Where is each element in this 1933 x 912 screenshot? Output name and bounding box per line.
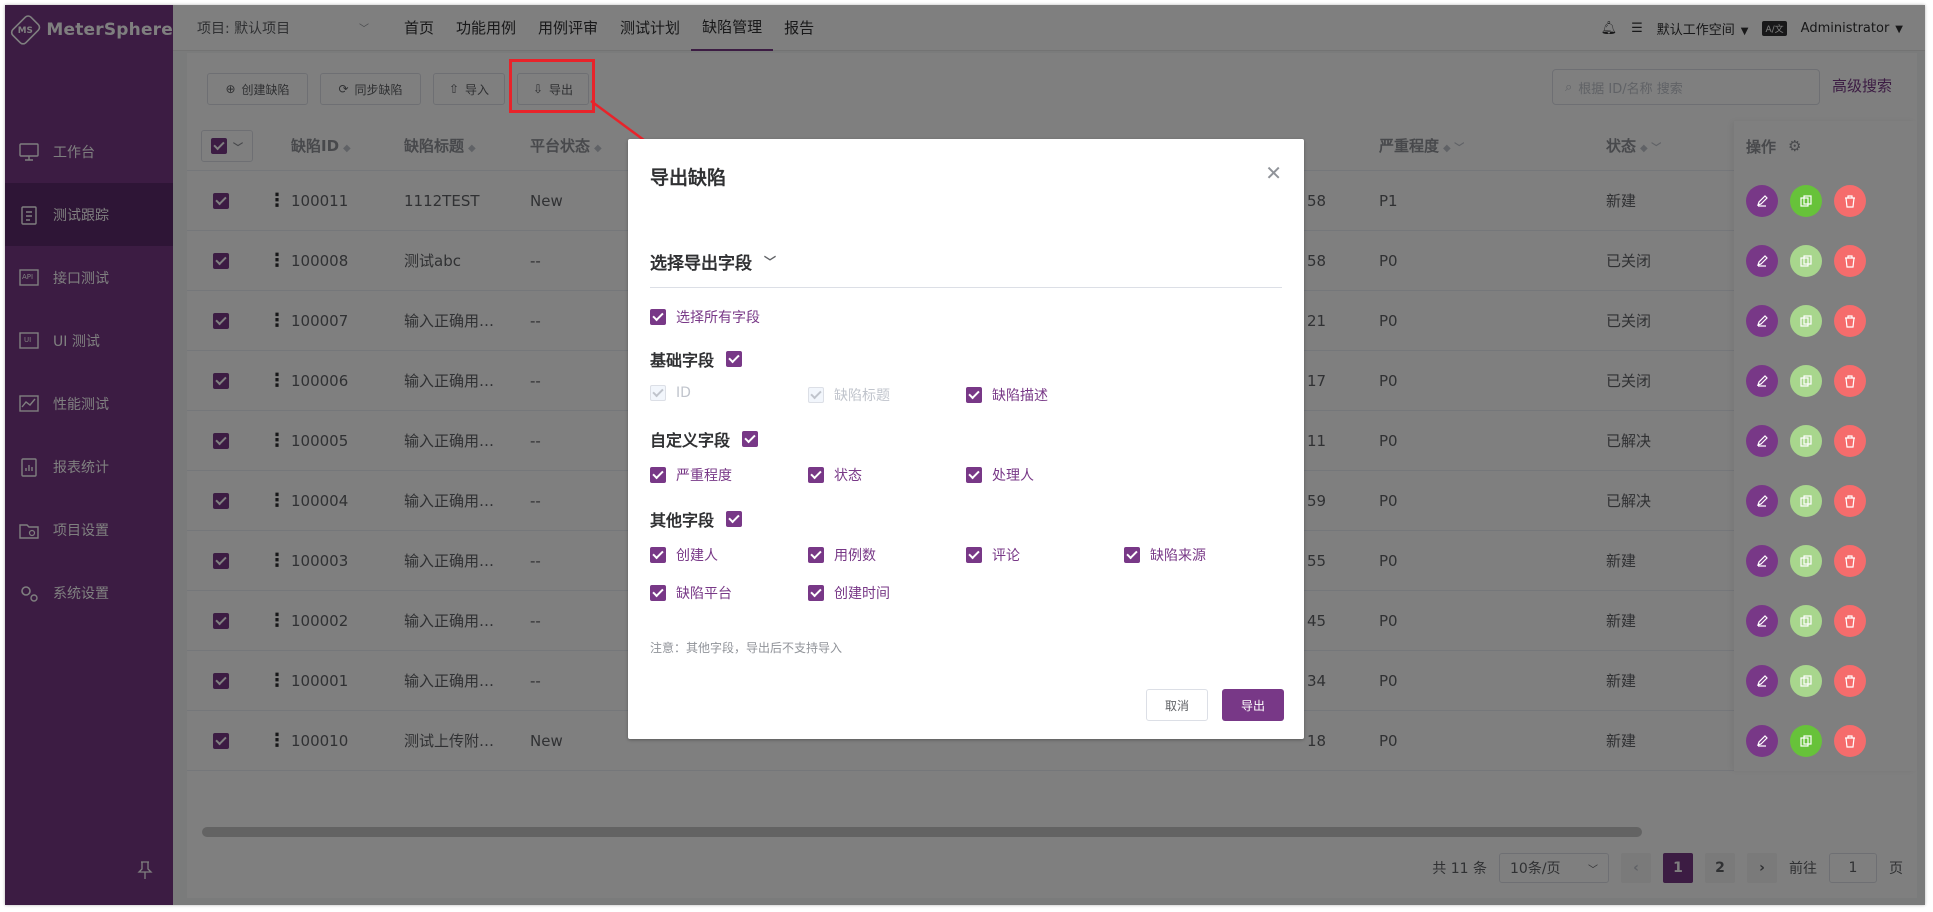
- field-checkbox[interactable]: 评论: [966, 545, 1020, 565]
- field-group-header[interactable]: 基础字段: [650, 347, 743, 371]
- delete-icon[interactable]: [1834, 664, 1866, 697]
- checkbox[interactable]: [808, 585, 824, 601]
- edit-icon[interactable]: [1746, 424, 1778, 457]
- select-all-fields-checkbox[interactable]: 选择所有字段: [650, 307, 760, 327]
- row-actions: [1746, 244, 1866, 277]
- dialog-title: 导出缺陷: [650, 167, 727, 189]
- delete-icon[interactable]: [1834, 424, 1866, 457]
- edit-icon[interactable]: [1746, 724, 1778, 757]
- copy-icon[interactable]: [1790, 484, 1822, 517]
- field-checkbox[interactable]: 创建时间: [808, 583, 890, 603]
- group-checkbox[interactable]: [726, 351, 743, 367]
- checkbox[interactable]: [966, 467, 982, 483]
- field-section-toggle[interactable]: 选择导出字段 ﹀: [650, 249, 776, 274]
- checkbox[interactable]: [1124, 547, 1140, 563]
- delete-icon[interactable]: [1834, 484, 1866, 517]
- row-actions: [1746, 724, 1866, 757]
- field-checkbox[interactable]: 状态: [808, 465, 862, 485]
- checkbox[interactable]: [808, 547, 824, 563]
- field-checkbox[interactable]: 缺陷来源: [1124, 545, 1206, 565]
- copy-icon[interactable]: [1790, 244, 1822, 277]
- edit-icon[interactable]: [1746, 244, 1778, 277]
- cancel-button[interactable]: 取消: [1146, 689, 1208, 721]
- delete-icon[interactable]: [1834, 724, 1866, 757]
- dialog-note: 注意：其他字段，导出后不支持导入: [650, 641, 843, 655]
- delete-icon[interactable]: [1834, 184, 1866, 217]
- copy-icon[interactable]: [1790, 424, 1822, 457]
- field-group-header[interactable]: 自定义字段: [650, 427, 759, 451]
- field-group-header[interactable]: 其他字段: [650, 507, 743, 531]
- copy-icon[interactable]: [1790, 184, 1822, 217]
- checkbox: [650, 385, 666, 401]
- row-actions: [1746, 604, 1866, 637]
- copy-icon[interactable]: [1790, 304, 1822, 337]
- edit-icon[interactable]: [1746, 364, 1778, 397]
- field-checkbox[interactable]: 缺陷平台: [650, 583, 732, 603]
- checkbox[interactable]: [966, 547, 982, 563]
- group-checkbox[interactable]: [726, 511, 743, 527]
- copy-icon[interactable]: [1790, 664, 1822, 697]
- copy-icon[interactable]: [1790, 544, 1822, 577]
- checkbox[interactable]: [966, 387, 982, 403]
- checkbox[interactable]: [650, 309, 666, 325]
- row-actions: [1746, 424, 1866, 457]
- field-checkbox[interactable]: 严重程度: [650, 465, 732, 485]
- divider: [650, 287, 1282, 288]
- close-icon[interactable]: ✕: [1265, 161, 1282, 185]
- group-checkbox[interactable]: [742, 431, 759, 447]
- delete-icon[interactable]: [1834, 364, 1866, 397]
- row-actions: [1746, 544, 1866, 577]
- edit-icon[interactable]: [1746, 544, 1778, 577]
- field-checkbox: ID: [650, 385, 691, 401]
- copy-icon[interactable]: [1790, 364, 1822, 397]
- app-window: MS MeterSphere 工作台测试跟踪API接口测试UIUI 测试性能测试…: [5, 5, 1925, 905]
- field-checkbox[interactable]: 用例数: [808, 545, 876, 565]
- copy-icon[interactable]: [1790, 724, 1822, 757]
- edit-icon[interactable]: [1746, 484, 1778, 517]
- delete-icon[interactable]: [1834, 544, 1866, 577]
- copy-icon[interactable]: [1790, 604, 1822, 637]
- checkbox[interactable]: [650, 585, 666, 601]
- checkbox[interactable]: [650, 467, 666, 483]
- row-actions: [1746, 184, 1866, 217]
- checkbox: [808, 387, 824, 403]
- delete-icon[interactable]: [1834, 304, 1866, 337]
- confirm-export-button[interactable]: 导出: [1222, 689, 1284, 721]
- edit-icon[interactable]: [1746, 664, 1778, 697]
- edit-icon[interactable]: [1746, 604, 1778, 637]
- delete-icon[interactable]: [1834, 604, 1866, 637]
- export-issue-dialog: 导出缺陷 ✕ 选择导出字段 ﹀ 选择所有字段 基础字段 ID 缺陷标题 缺陷描述自定义…: [628, 139, 1304, 739]
- delete-icon[interactable]: [1834, 244, 1866, 277]
- edit-icon[interactable]: [1746, 184, 1778, 217]
- chevron-down-icon: ﹀: [764, 255, 777, 269]
- row-actions: [1746, 484, 1866, 517]
- checkbox[interactable]: [650, 547, 666, 563]
- row-actions: [1746, 304, 1866, 337]
- field-checkbox[interactable]: 创建人: [650, 545, 718, 565]
- field-checkbox[interactable]: 缺陷描述: [966, 385, 1048, 405]
- checkbox[interactable]: [808, 467, 824, 483]
- row-actions: [1746, 664, 1866, 697]
- edit-icon[interactable]: [1746, 304, 1778, 337]
- field-checkbox: 缺陷标题: [808, 385, 890, 405]
- field-checkbox[interactable]: 处理人: [966, 465, 1034, 485]
- row-actions: [1746, 364, 1866, 397]
